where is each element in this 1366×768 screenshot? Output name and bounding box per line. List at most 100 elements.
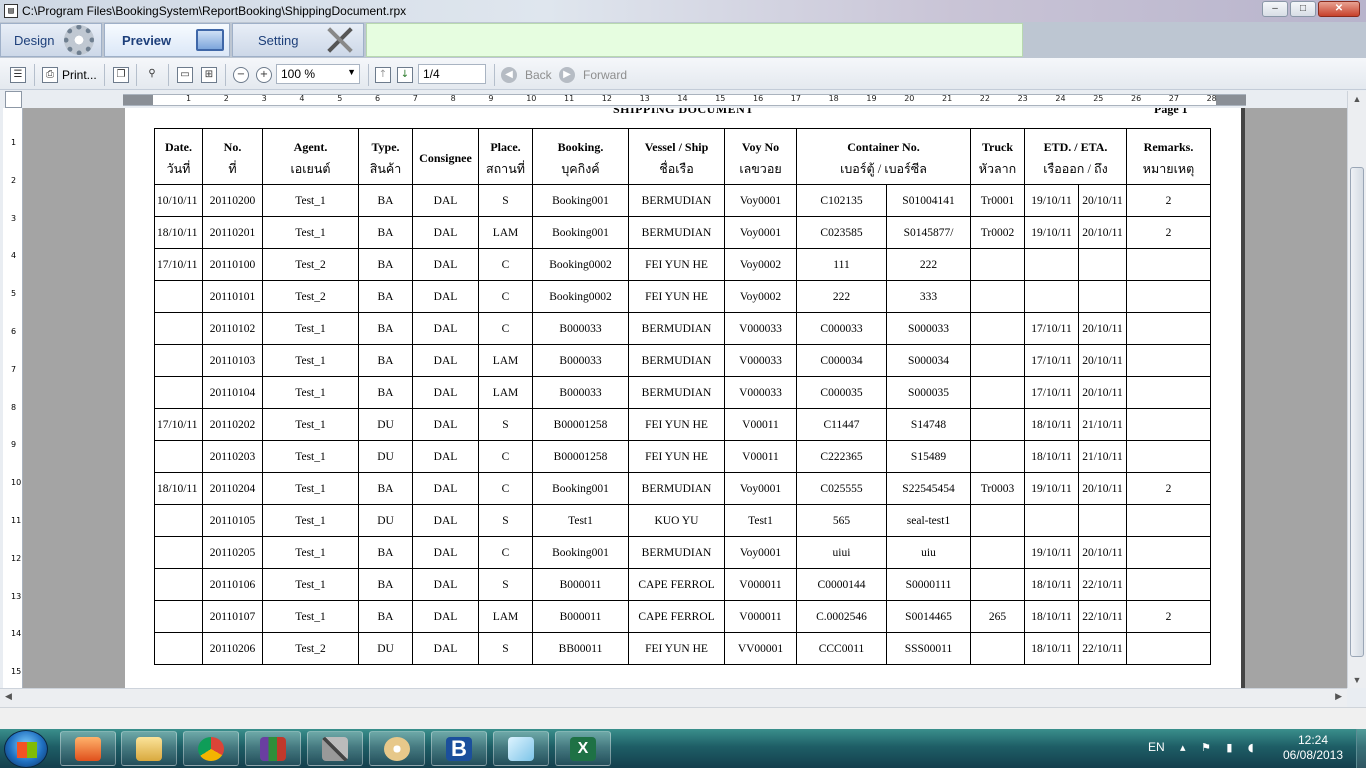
table-cell bbox=[970, 568, 1025, 601]
scroll-thumb[interactable] bbox=[1350, 167, 1364, 657]
table-cell: 17/10/11 bbox=[1024, 312, 1079, 345]
table-cell bbox=[1024, 248, 1079, 281]
table-cell: C000034 bbox=[796, 344, 887, 377]
toolbar-separator bbox=[225, 64, 226, 86]
table-cell: 22/10/11 bbox=[1078, 632, 1127, 665]
scroll-down-icon[interactable]: ▼ bbox=[1348, 672, 1366, 688]
ruler-number: 28 bbox=[1206, 94, 1217, 103]
table-row: 20110104 Test_1 BA DAL LAM B000033 BERMUDIAN V0… bbox=[154, 376, 1211, 409]
table-cell: 20110100 bbox=[202, 248, 263, 281]
table-cell bbox=[1126, 440, 1211, 473]
taskbar-notes[interactable] bbox=[493, 731, 549, 766]
column-header-en: Booking. bbox=[557, 139, 604, 154]
close-button[interactable]: ✕ bbox=[1318, 1, 1360, 17]
table-cell: 20110103 bbox=[202, 344, 263, 377]
ruler-number: 12 bbox=[601, 94, 612, 103]
table-cell bbox=[1126, 280, 1211, 313]
tab-setting[interactable]: Setting bbox=[232, 23, 364, 57]
previous-page-button[interactable]: ↑ bbox=[375, 66, 391, 84]
start-button[interactable] bbox=[4, 730, 48, 768]
table-cell bbox=[154, 312, 203, 345]
find-button[interactable]: ⚲ bbox=[144, 66, 160, 84]
maximize-button[interactable]: □ bbox=[1290, 1, 1316, 17]
table-cell: 21/10/11 bbox=[1078, 440, 1127, 473]
toolbar-separator bbox=[168, 64, 169, 86]
scroll-up-icon[interactable]: ▲ bbox=[1348, 91, 1366, 107]
taskbar-tools[interactable] bbox=[307, 731, 363, 766]
table-cell: B00001258 bbox=[532, 408, 629, 441]
single-page-button[interactable]: ▭ bbox=[177, 66, 193, 84]
table-row: 20110105 Test_1 DU DAL S Test1 KUO YU Test1 565 s… bbox=[154, 504, 1211, 537]
taskbar-mail[interactable] bbox=[60, 731, 116, 766]
table-cell bbox=[1078, 248, 1127, 281]
column-header: Truck หัวลาก bbox=[970, 128, 1025, 185]
ruler-number: 9 bbox=[11, 440, 17, 450]
column-header: Agent. เอเยนต์ bbox=[262, 128, 359, 185]
table-cell: BA bbox=[358, 376, 413, 409]
table-cell: 333 bbox=[886, 280, 971, 313]
table-cell: Booking001 bbox=[532, 184, 629, 217]
zoom-select[interactable]: 100 % ▼ bbox=[276, 64, 360, 84]
multi-page-button[interactable]: ⊞ bbox=[201, 66, 217, 84]
scroll-right-icon[interactable]: ▶ bbox=[1335, 691, 1342, 702]
table-cell: 19/10/11 bbox=[1024, 536, 1079, 569]
scroll-left-icon[interactable]: ◀ bbox=[5, 691, 12, 702]
table-cell: 20110202 bbox=[202, 408, 263, 441]
column-header-en: Place. bbox=[490, 139, 521, 154]
print-button[interactable]: ⎙ Print... bbox=[42, 66, 97, 84]
page-input[interactable]: 1/4 bbox=[418, 64, 486, 84]
column-header-en: Consignee bbox=[419, 150, 472, 165]
column-header-th: สถานที่ bbox=[485, 161, 525, 176]
table-cell: 20/10/11 bbox=[1078, 216, 1127, 249]
taskbar-excel[interactable]: X bbox=[555, 731, 611, 766]
table-cell: BA bbox=[358, 600, 413, 633]
taskbar-explorer[interactable] bbox=[121, 731, 177, 766]
ruler-number: 3 bbox=[261, 94, 267, 103]
taskbar-chrome[interactable] bbox=[183, 731, 239, 766]
horizontal-scrollbar[interactable]: ◀ ▶ bbox=[0, 688, 1347, 707]
zoom-out-button[interactable]: − bbox=[233, 66, 249, 84]
column-header: ETD. / ETA. เรือออก / ถึง bbox=[1024, 128, 1127, 185]
ruler-number: 24 bbox=[1055, 94, 1066, 103]
zoom-value: 100 % bbox=[281, 67, 316, 81]
table-cell: C000035 bbox=[796, 376, 887, 409]
forward-button[interactable]: ▶ Forward bbox=[559, 66, 627, 84]
table-cell: 17/10/11 bbox=[154, 248, 203, 281]
taskbar-paint[interactable] bbox=[369, 731, 425, 766]
table-cell: Test_1 bbox=[262, 440, 359, 473]
table-cell: BERMUDIAN bbox=[628, 312, 725, 345]
column-header-en: Agent. bbox=[293, 139, 328, 154]
table-cell: S15489 bbox=[886, 440, 971, 473]
show-desktop-button[interactable] bbox=[1356, 729, 1366, 768]
column-header: Place. สถานที่ bbox=[478, 128, 533, 185]
zoom-in-button[interactable]: + bbox=[256, 66, 272, 84]
next-page-button[interactable]: ↓ bbox=[397, 66, 413, 84]
language-indicator[interactable]: EN bbox=[1148, 740, 1165, 754]
tab-design[interactable]: Design bbox=[0, 23, 102, 57]
tab-setting-label: Setting bbox=[258, 32, 299, 48]
table-cell: C222365 bbox=[796, 440, 887, 473]
tab-preview[interactable]: Preview bbox=[104, 23, 230, 57]
ruler-number: 3 bbox=[11, 213, 17, 223]
notes-icon bbox=[508, 736, 534, 761]
clock[interactable]: 12:24 06/08/2013 bbox=[1278, 733, 1348, 763]
ruler-corner[interactable] bbox=[5, 91, 22, 108]
minimize-button[interactable]: – bbox=[1262, 1, 1288, 17]
table-cell bbox=[970, 280, 1025, 313]
table-cell: VV00001 bbox=[724, 632, 797, 665]
table-row: 20110203 Test_1 DU DAL C B00001258 FEI YUN HE V… bbox=[154, 440, 1211, 473]
toc-button[interactable]: ☰ bbox=[10, 66, 26, 84]
copy-button[interactable]: ❐ bbox=[113, 66, 129, 84]
taskbar-b-app[interactable]: B bbox=[431, 731, 487, 766]
vertical-scrollbar[interactable]: ▲ ▼ bbox=[1347, 91, 1366, 688]
taskbar-winrar[interactable] bbox=[245, 731, 301, 766]
table-cell: S bbox=[478, 184, 533, 217]
table-cell: DAL bbox=[412, 568, 479, 601]
back-button[interactable]: ◀ Back bbox=[501, 66, 552, 84]
table-cell: 18/10/11 bbox=[1024, 600, 1079, 633]
table-cell: Booking001 bbox=[532, 472, 629, 505]
system-tray[interactable]: ▴ ⚑ ▮ ◖ bbox=[1180, 741, 1260, 754]
table-cell: DAL bbox=[412, 248, 479, 281]
ruler-number: 17 bbox=[790, 94, 801, 103]
table-cell: DAL bbox=[412, 344, 479, 377]
